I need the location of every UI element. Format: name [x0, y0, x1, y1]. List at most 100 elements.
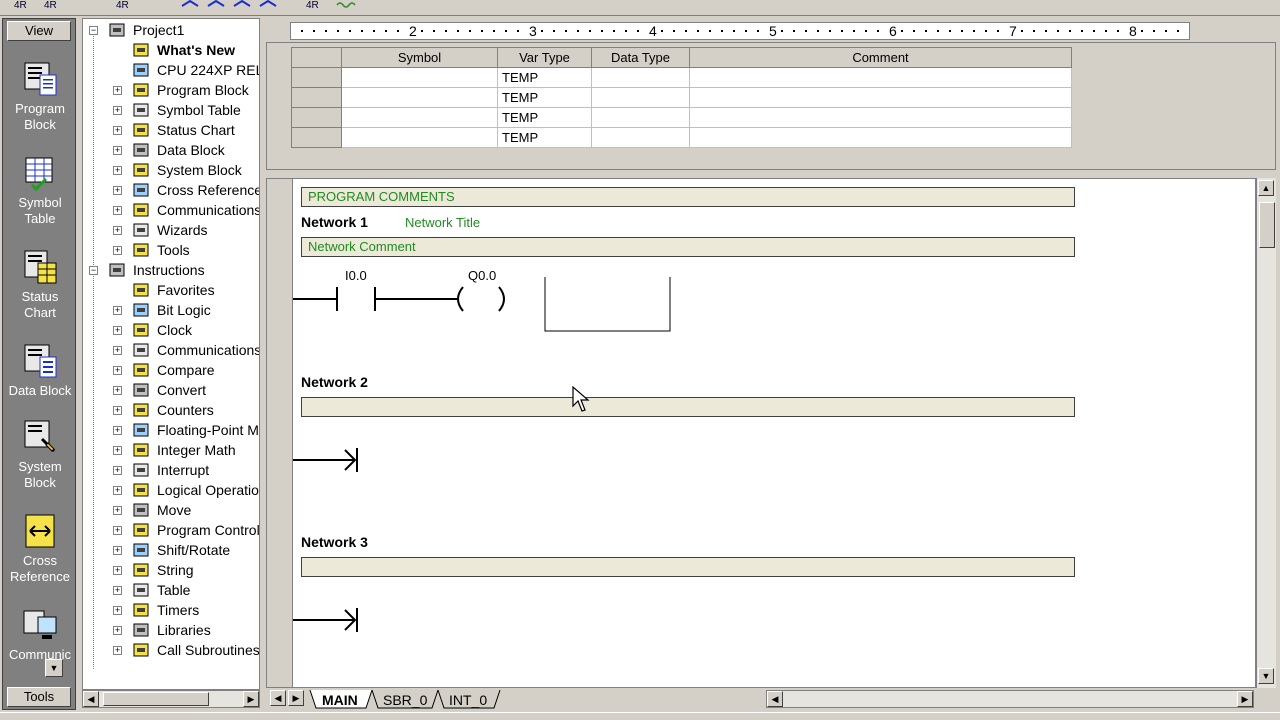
row-header[interactable] — [291, 87, 342, 108]
tree-scroll-thumb[interactable] — [103, 692, 209, 706]
expand-icon[interactable]: + — [113, 86, 122, 95]
scroll-right-icon[interactable]: ▶ — [1237, 691, 1253, 707]
expand-icon[interactable]: + — [113, 446, 122, 455]
expand-icon[interactable]: + — [113, 346, 122, 355]
table-row[interactable]: TEMP — [291, 87, 1072, 108]
table-cell[interactable]: TEMP — [497, 87, 592, 108]
expand-icon[interactable]: + — [113, 406, 122, 415]
network-3-comment-box[interactable] — [301, 557, 1075, 577]
network-2-rung[interactable] — [293, 445, 393, 475]
expand-icon[interactable]: + — [113, 546, 122, 555]
toolbar-arrows-icon[interactable] — [180, 0, 290, 8]
editor-vertical-scrollbar[interactable]: ▲ ▼ — [1256, 178, 1276, 688]
expand-icon[interactable]: + — [113, 186, 122, 195]
expand-icon[interactable]: + — [113, 386, 122, 395]
toolbar-button[interactable]: 4R — [44, 0, 57, 12]
expand-icon[interactable]: + — [113, 366, 122, 375]
collapse-icon[interactable]: − — [89, 26, 98, 35]
expand-icon[interactable]: + — [113, 146, 122, 155]
network-1-subtitle[interactable]: Network Title — [405, 215, 480, 230]
nav-item-cross-reference[interactable]: Cross Reference — [3, 513, 77, 585]
tree-horizontal-scrollbar[interactable]: ◀ ▶ — [82, 690, 260, 708]
column-header-symbol[interactable]: Symbol — [341, 47, 498, 68]
table-cell[interactable] — [591, 107, 690, 128]
network-2-comment-box[interactable] — [301, 397, 1075, 417]
tab-main[interactable]: MAIN — [318, 690, 362, 710]
expand-icon[interactable]: + — [113, 126, 122, 135]
table-cell[interactable] — [591, 127, 690, 148]
table-row[interactable]: TEMP — [291, 67, 1072, 88]
nav-view-header[interactable]: View — [7, 21, 71, 41]
nav-scroll-down-button[interactable]: ▼ — [45, 659, 63, 677]
tab-scroll-right-icon[interactable]: ▶ — [288, 690, 304, 706]
row-header[interactable] — [291, 67, 342, 88]
table-cell[interactable] — [341, 107, 498, 128]
expand-icon[interactable]: + — [113, 426, 122, 435]
expand-icon[interactable]: + — [113, 206, 122, 215]
table-cell[interactable] — [689, 67, 1072, 88]
column-header-comment[interactable]: Comment — [689, 47, 1072, 68]
network-1-title[interactable]: Network 1 — [301, 214, 368, 230]
expand-icon[interactable]: + — [113, 526, 122, 535]
scroll-right-icon[interactable]: ▶ — [243, 691, 259, 707]
network-2-title[interactable]: Network 2 — [301, 374, 368, 390]
table-cell[interactable]: TEMP — [497, 67, 592, 88]
expand-icon[interactable]: + — [113, 166, 122, 175]
network-3-rung[interactable] — [293, 605, 393, 635]
nav-item-system-block[interactable]: System Block — [3, 419, 77, 491]
expand-icon[interactable]: + — [113, 646, 122, 655]
network-1-rung[interactable] — [293, 277, 693, 337]
table-cell[interactable] — [591, 87, 690, 108]
expand-icon[interactable]: + — [113, 306, 122, 315]
editor-horizontal-scrollbar[interactable]: ◀ ▶ — [766, 690, 1254, 708]
toolbar-wave-icon[interactable] — [336, 0, 356, 8]
table-cell[interactable] — [341, 67, 498, 88]
tab-int-0[interactable]: INT_0 — [445, 690, 491, 710]
nav-item-communications[interactable]: Communic — [3, 607, 77, 663]
table-cell[interactable] — [341, 87, 498, 108]
tab-scroll-left-icon[interactable]: ◀ — [270, 690, 286, 706]
row-header[interactable] — [291, 107, 342, 128]
column-header-var-type[interactable]: Var Type — [497, 47, 592, 68]
table-cell[interactable] — [689, 127, 1072, 148]
nav-item-data-block[interactable]: Data Block — [3, 343, 77, 399]
table-cell[interactable] — [689, 87, 1072, 108]
scroll-left-icon[interactable]: ◀ — [83, 691, 99, 707]
scroll-left-icon[interactable]: ◀ — [767, 691, 783, 707]
expand-icon[interactable]: + — [113, 326, 122, 335]
table-row[interactable]: TEMP — [291, 107, 1072, 128]
vertical-scroll-thumb[interactable] — [1259, 202, 1275, 248]
expand-icon[interactable]: + — [113, 606, 122, 615]
network-1-comment-box[interactable]: Network Comment — [301, 237, 1075, 257]
nav-tools-footer[interactable]: Tools — [7, 687, 71, 707]
collapse-icon[interactable]: − — [89, 266, 98, 275]
column-header-data-type[interactable]: Data Type — [591, 47, 690, 68]
scroll-down-icon[interactable]: ▼ — [1258, 668, 1274, 684]
nav-item-symbol-table[interactable]: Symbol Table — [3, 155, 77, 227]
expand-icon[interactable]: + — [113, 246, 122, 255]
network-3-title[interactable]: Network 3 — [301, 534, 368, 550]
table-cell[interactable]: TEMP — [497, 107, 592, 128]
nav-item-status-chart[interactable]: Status Chart — [3, 249, 77, 321]
empty-box-element[interactable] — [544, 277, 671, 332]
table-cell[interactable] — [591, 67, 690, 88]
table-cell[interactable] — [689, 107, 1072, 128]
expand-icon[interactable]: + — [113, 466, 122, 475]
expand-icon[interactable]: + — [113, 506, 122, 515]
ladder-editor[interactable]: PROGRAM COMMENTS Network 1 Network Title… — [266, 178, 1256, 688]
nav-item-program-block[interactable]: Program Block — [3, 61, 77, 133]
table-cell[interactable] — [341, 127, 498, 148]
program-comments-box[interactable]: PROGRAM COMMENTS — [301, 187, 1075, 207]
toolbar-button[interactable]: 4R — [306, 0, 319, 12]
expand-icon[interactable]: + — [113, 566, 122, 575]
table-row[interactable]: TEMP — [291, 127, 1072, 148]
toolbar-button[interactable]: 4R — [116, 0, 129, 12]
table-cell[interactable]: TEMP — [497, 127, 592, 148]
expand-icon[interactable]: + — [113, 586, 122, 595]
scroll-up-icon[interactable]: ▲ — [1258, 180, 1274, 196]
row-header[interactable] — [291, 127, 342, 148]
expand-icon[interactable]: + — [113, 226, 122, 235]
tab-sbr-0[interactable]: SBR_0 — [379, 690, 431, 710]
expand-icon[interactable]: + — [113, 626, 122, 635]
expand-icon[interactable]: + — [113, 486, 122, 495]
